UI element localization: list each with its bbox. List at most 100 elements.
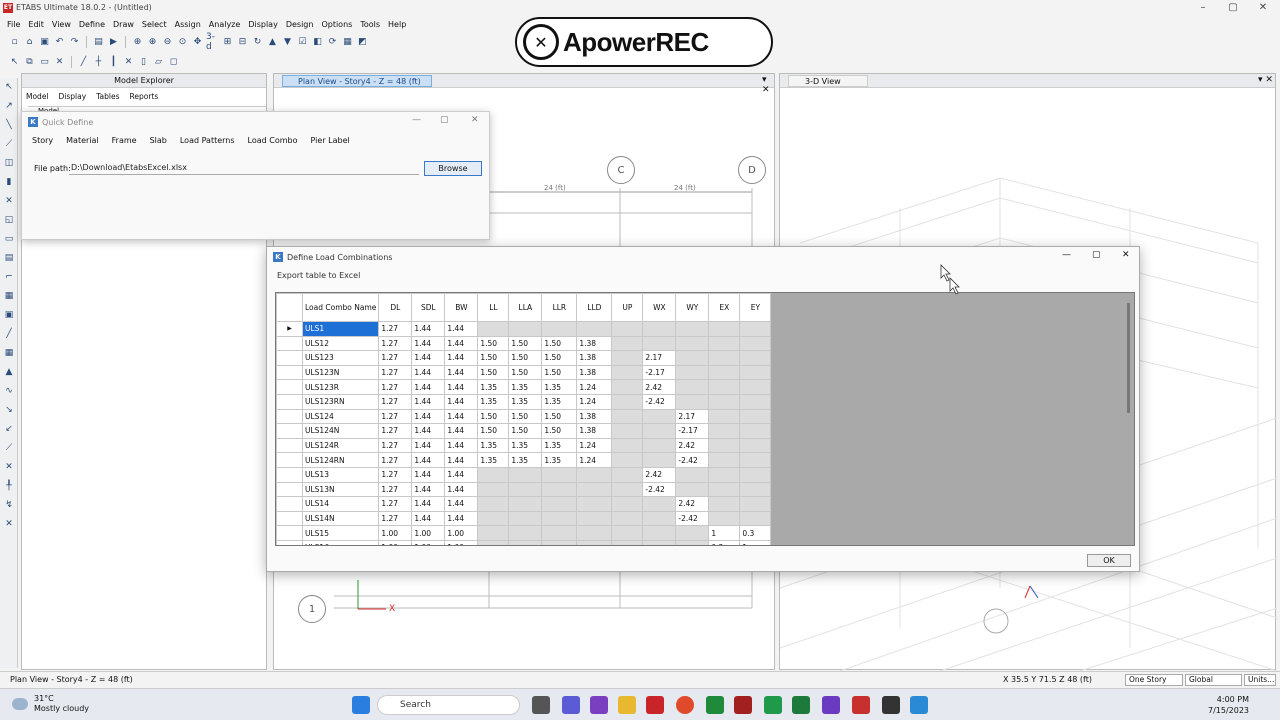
qd-tab-material[interactable]: Material (66, 136, 99, 145)
factor-cell[interactable] (642, 525, 677, 541)
visual-studio-icon[interactable] (822, 696, 840, 714)
factor-cell[interactable] (675, 335, 710, 352)
factor-cell[interactable] (576, 321, 613, 337)
factor-cell[interactable] (611, 539, 644, 545)
refresh-icon[interactable]: ⟳ (326, 36, 339, 49)
factor-cell[interactable]: 1.50 (477, 335, 510, 352)
factor-cell[interactable]: 1.24 (576, 452, 613, 468)
menu-define[interactable]: Define (79, 20, 105, 29)
task-view-icon[interactable] (532, 696, 550, 714)
factor-cell[interactable]: 1.27 (378, 379, 413, 395)
factor-cell[interactable]: 1.35 (477, 379, 510, 395)
factor-cell[interactable] (708, 510, 741, 527)
factor-cell[interactable]: 1.44 (444, 393, 479, 410)
factor-cell[interactable]: 1.44 (411, 437, 446, 454)
pycharm-icon[interactable] (764, 696, 782, 714)
factor-cell[interactable]: 1.27 (378, 452, 413, 468)
factor-cell[interactable] (611, 408, 644, 425)
factor-cell[interactable]: 1.44 (444, 321, 479, 337)
factor-cell[interactable]: 1.50 (477, 408, 510, 425)
export-to-excel-link[interactable]: Export table to Excel (277, 271, 360, 280)
factor-cell[interactable]: 1.24 (576, 379, 613, 395)
factor-cell[interactable] (708, 496, 741, 512)
draw-beam-icon[interactable]: ◫ (2, 156, 16, 170)
combo-name-cell[interactable]: ULS13N (301, 481, 380, 498)
factor-cell[interactable]: 1.44 (411, 393, 446, 410)
factor-cell[interactable] (611, 452, 644, 468)
qd-tab-load-patterns[interactable]: Load Patterns (180, 136, 235, 145)
factor-cell[interactable]: 1.44 (444, 466, 479, 483)
factor-cell[interactable]: 1.35 (541, 379, 578, 395)
factor-cell[interactable] (739, 379, 772, 395)
combo-name-cell[interactable]: ULS123 (301, 350, 380, 366)
factor-cell[interactable] (739, 496, 772, 512)
factor-cell[interactable]: 2.42 (642, 379, 677, 395)
factor-cell[interactable]: -2.42 (642, 481, 677, 498)
menu-tools[interactable]: Tools (360, 20, 380, 29)
table-row[interactable]: ▶ ULS1 1.27 1.44 1.44 (276, 321, 772, 337)
explorer-tab-display[interactable]: Display (57, 92, 89, 101)
factor-cell[interactable] (508, 510, 543, 527)
row-header[interactable] (276, 525, 303, 541)
factor-cell[interactable]: 0.3 (739, 525, 772, 541)
factor-cell[interactable] (541, 466, 578, 483)
qd-tab-slab[interactable]: Slab (150, 136, 167, 145)
factor-cell[interactable] (477, 321, 510, 337)
combo-name-cell[interactable]: ULS15 (301, 525, 380, 541)
wave-icon[interactable]: ∿ (2, 384, 16, 398)
factor-cell[interactable]: 1.38 (576, 335, 613, 352)
factor-cell[interactable]: -2.17 (642, 364, 677, 381)
factor-cell[interactable] (739, 452, 772, 468)
factor-cell[interactable]: 1.50 (508, 408, 543, 425)
factor-cell[interactable] (611, 379, 644, 395)
factor-cell[interactable] (708, 437, 741, 454)
factor-cell[interactable]: 1.35 (508, 379, 543, 395)
factor-cell[interactable] (576, 481, 613, 498)
factor-cell[interactable] (642, 321, 677, 337)
file-path-input[interactable]: D:\Download\EtabsExcel.xlsx (69, 161, 419, 175)
grid-snap-icon[interactable]: ▦ (2, 346, 16, 360)
factor-cell[interactable]: 1.50 (477, 423, 510, 439)
qd-tab-frame[interactable]: Frame (112, 136, 137, 145)
qd-tab-story[interactable]: Story (32, 136, 53, 145)
menu-help[interactable]: Help (388, 20, 406, 29)
move-down-icon[interactable]: ▼ (281, 36, 294, 49)
factor-cell[interactable]: 1 (708, 525, 741, 541)
redo-icon[interactable]: ↷ (68, 36, 81, 49)
snap-perp-icon[interactable]: ╀ (2, 479, 16, 493)
acrobat-icon[interactable] (646, 696, 664, 714)
snap-mid-icon[interactable]: ⟋ (2, 441, 16, 455)
factor-cell[interactable] (675, 379, 710, 395)
menu-edit[interactable]: Edit (28, 20, 44, 29)
browse-button[interactable]: Browse (424, 161, 482, 176)
plan-view-icon[interactable]: ⊞ (221, 36, 234, 49)
row-header[interactable] (276, 408, 303, 425)
factor-cell[interactable] (708, 364, 741, 381)
reshape-icon[interactable]: ↗ (2, 99, 16, 113)
factor-cell[interactable]: 1.38 (576, 408, 613, 425)
zoom-window-icon[interactable]: ⊕ (131, 36, 144, 49)
factor-cell[interactable] (508, 321, 543, 337)
factor-cell[interactable] (611, 423, 644, 439)
dlc-close-icon[interactable]: ✕ (1122, 250, 1130, 260)
column-header[interactable]: Load Combo Name (301, 293, 380, 322)
factor-cell[interactable]: 1.44 (444, 510, 479, 527)
factor-cell[interactable] (675, 539, 710, 545)
combo-name-cell[interactable]: ULS123RN (301, 393, 380, 410)
factor-cell[interactable]: 1.44 (411, 452, 446, 468)
factor-cell[interactable] (477, 539, 510, 545)
factor-cell[interactable]: 1.38 (576, 423, 613, 439)
factor-cell[interactable]: 1.38 (576, 350, 613, 366)
factor-cell[interactable]: 1.50 (541, 364, 578, 381)
combo-name-cell[interactable]: ULS13 (301, 466, 380, 483)
factor-cell[interactable] (642, 423, 677, 439)
factor-cell[interactable] (541, 481, 578, 498)
factor-cell[interactable] (541, 321, 578, 337)
factor-cell[interactable]: 2.17 (675, 408, 710, 425)
snap-line-icon[interactable]: ↯ (2, 498, 16, 512)
factor-cell[interactable]: 1.27 (378, 423, 413, 439)
draw-line-icon[interactable]: ⟋ (2, 137, 16, 151)
column-header[interactable]: SDL (411, 293, 446, 322)
row-header[interactable] (276, 379, 303, 395)
factor-cell[interactable] (739, 321, 772, 337)
